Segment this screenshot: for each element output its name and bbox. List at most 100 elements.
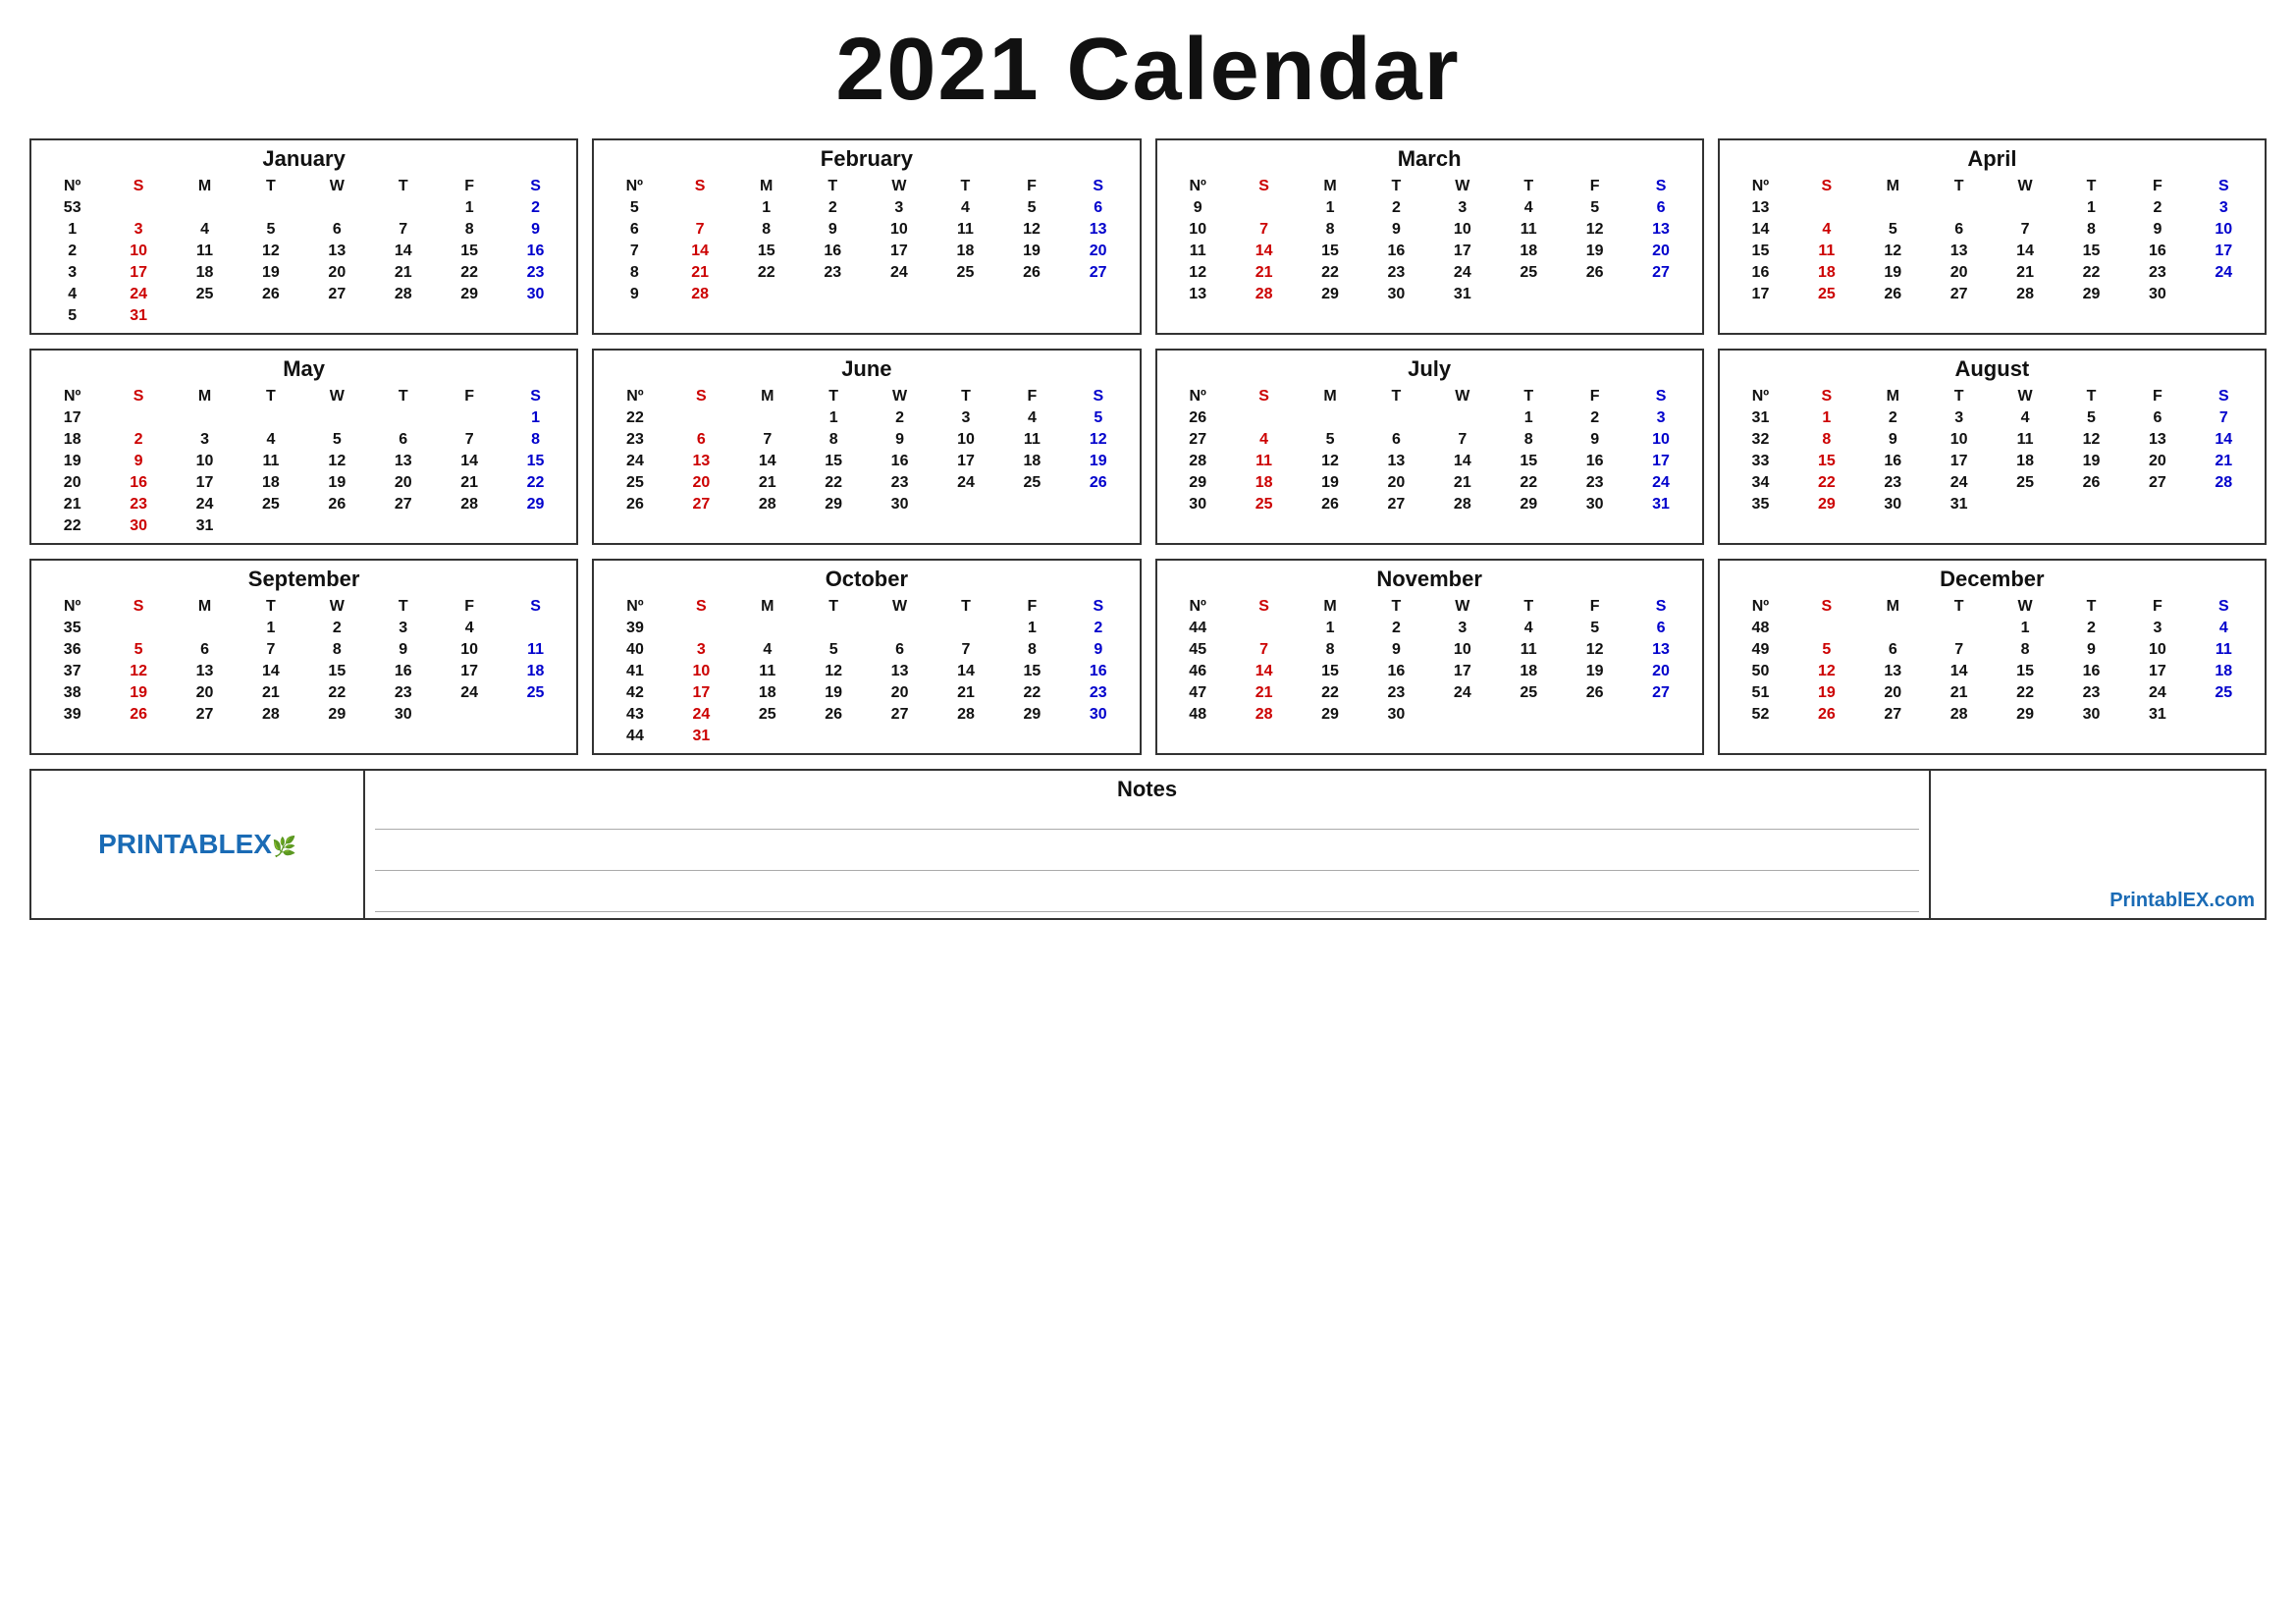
cell: 21 [436,472,502,494]
cell: 31 [1429,284,1495,305]
cell: 12 [1562,219,1628,241]
col-header: M [733,176,800,197]
cell: 14 [2191,429,2257,451]
cell: 2 [304,618,370,639]
cell: 8 [1297,219,1362,241]
col-header: M [1860,596,1926,618]
col-header: W [1992,176,2057,197]
cell: 4 [172,219,238,241]
cell: 4 [999,407,1065,429]
col-header: M [172,176,238,197]
cell: 19 [1793,682,1859,704]
cell: 11 [1992,429,2057,451]
notes-line-3 [375,891,1919,912]
month-name: August [1728,356,2257,382]
cell: 17 [668,682,734,704]
cell: 15 [436,241,502,262]
col-header: S [1793,386,1859,407]
cell: 27 [370,494,436,515]
cell: 3 [172,429,238,451]
cell: 21 [1992,262,2057,284]
cell: 13 [1628,639,1693,661]
cell: 19 [304,472,370,494]
cell: 19 [1860,262,1926,284]
cell [933,726,998,747]
cell [734,407,800,429]
cell: 23 [867,472,933,494]
cell: 21 [370,262,436,284]
month-block-july: JulyNºSMTWTFS261232745678910281112131415… [1155,349,1704,545]
cell: 17 [1926,451,1992,472]
cell [1926,618,1992,639]
cell: 29 [1992,704,2057,726]
cell: 21 [734,472,800,494]
cell: 19 [1065,451,1131,472]
cell: 2 [1860,407,1926,429]
cell: 5 [1562,618,1628,639]
cell: 9 [105,451,171,472]
cell: 7 [238,639,303,661]
cell [800,726,866,747]
cell [436,704,502,726]
cell: 11 [1165,241,1231,262]
month-name: May [39,356,568,382]
cell: 6 [2124,407,2190,429]
cell: 14 [436,451,502,472]
cell: 1 [1297,618,1362,639]
cell: 9 [867,429,933,451]
cell: 16 [800,241,867,262]
cell: 13 [1728,197,1793,219]
cell: 13 [1165,284,1231,305]
cell: 5 [238,219,303,241]
cell: 5 [1860,219,1926,241]
col-header: T [1363,596,1429,618]
cell: 2 [2124,197,2190,219]
cell: 20 [1926,262,1992,284]
cell: 28 [1926,704,1992,726]
cell: 24 [933,472,998,494]
cell: 2 [105,429,171,451]
cell [105,407,171,429]
cell: 25 [1793,284,1859,305]
brand-area: PrintablEX.com [1931,771,2265,918]
cell: 14 [1231,661,1297,682]
cell: 16 [1065,661,1131,682]
col-header: S [1628,596,1693,618]
cell: 20 [1628,241,1693,262]
col-header: S [503,176,568,197]
cell: 8 [1793,429,1859,451]
cell: 27 [1628,262,1693,284]
col-header: Nº [602,386,667,407]
cell: 42 [602,682,667,704]
cell: 12 [1165,262,1231,284]
month-name: September [39,567,568,592]
cell: 41 [602,661,667,682]
cell: 3 [39,262,105,284]
col-header: W [304,176,370,197]
cell [1065,284,1132,305]
cell [1628,284,1693,305]
cell: 13 [1860,661,1926,682]
cell [238,515,303,537]
cell: 11 [172,241,238,262]
cell: 18 [238,472,303,494]
col-header: M [734,386,800,407]
col-header: T [370,386,436,407]
cell: 9 [1165,197,1231,219]
cell [304,305,370,327]
col-header: M [172,386,238,407]
col-header: S [1065,596,1131,618]
cell: 28 [1231,704,1297,726]
cell: 3 [668,639,734,661]
cell: 26 [998,262,1065,284]
cell: 24 [172,494,238,515]
col-header: F [436,386,502,407]
month-name: January [39,146,568,172]
cell [503,618,568,639]
cell [1562,284,1628,305]
cell: 19 [1297,472,1362,494]
cell: 26 [1793,704,1859,726]
cell: 12 [1793,661,1859,682]
cell: 17 [933,451,998,472]
cell: 17 [105,262,171,284]
